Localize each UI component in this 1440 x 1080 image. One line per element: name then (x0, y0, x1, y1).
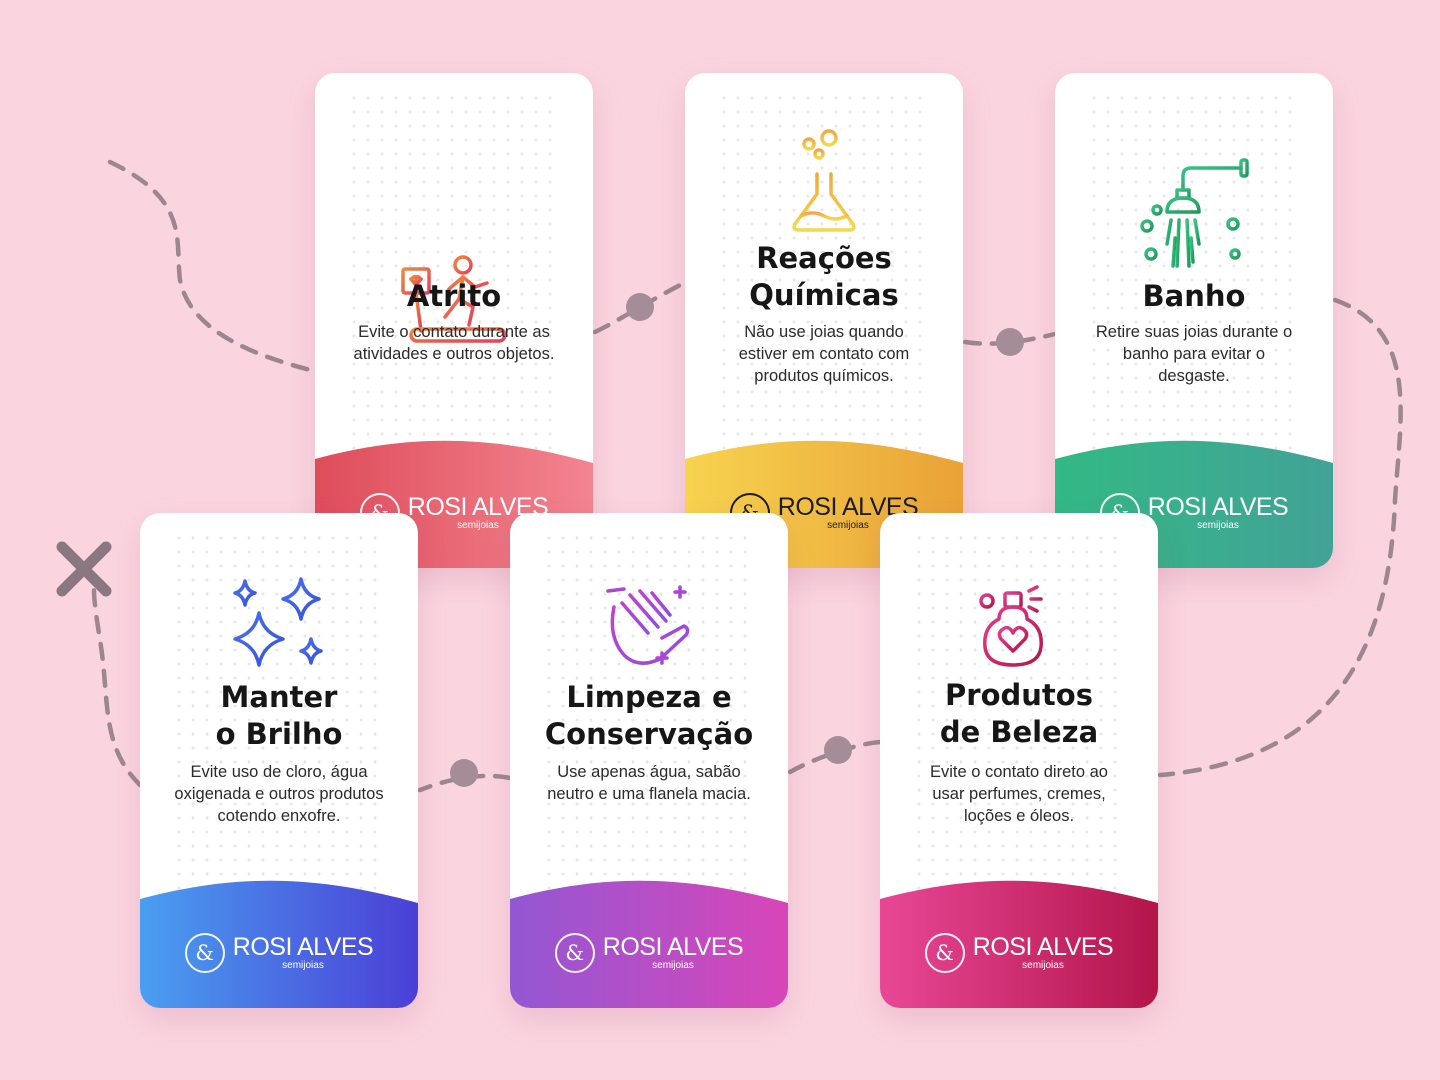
card-manter-o-brilho: Manter o Brilho Evite uso de cloro, água … (140, 513, 418, 1008)
card-produtos-de-beleza: Produtos de Beleza Evite o contato direto… (880, 513, 1158, 1008)
brand-logo: & ROSI ALVES semijoias (140, 933, 418, 973)
card-title: Manter o Brilho (215, 680, 343, 751)
washing-hands-icon (510, 583, 788, 671)
brand-tagline: semijoias (1197, 520, 1239, 531)
card-banho: Banho Retire suas joias durante o banho … (1055, 73, 1333, 568)
sparkles-icon (140, 575, 418, 675)
chemistry-flask-icon (685, 128, 963, 234)
card-title: Reações Químicas (749, 241, 899, 312)
card-description: Retire suas joias durante o banho para e… (1095, 323, 1293, 385)
brand-tagline: semijoias (457, 520, 499, 531)
brand-tagline: semijoias (827, 520, 869, 531)
brand-tagline: semijoias (652, 960, 694, 971)
monogram-icon: & (184, 933, 225, 973)
card-atrito: Atrito Evite o contato durante as ativid… (315, 73, 593, 568)
card-description: Evite uso de cloro, água oxigenada e out… (174, 763, 384, 825)
brand-name: ROSI ALVES (972, 933, 1114, 961)
card-title: Limpeza e Conservação (544, 680, 754, 751)
path-node (824, 736, 852, 764)
brand-name: ROSI ALVES (602, 933, 744, 961)
shower-icon (1055, 158, 1333, 272)
card-limpeza-e-conservacao: Limpeza e Conservação Use apenas água, sa… (510, 513, 788, 1008)
card-reacoes-quimicas: Reações Químicas Não use joias quando est… (685, 73, 963, 568)
card-title: Produtos de Beleza (939, 678, 1099, 749)
path-node (450, 759, 478, 787)
brand-name: ROSI ALVES (1147, 493, 1289, 521)
card-description: Não use joias quando estiver em contato … (738, 323, 910, 385)
perfume-bottle-icon (880, 585, 1158, 669)
card-description: Use apenas água, sabão neutro e uma flan… (547, 763, 751, 803)
brand-logo: & ROSI ALVES semijoias (510, 933, 788, 973)
monogram-icon: & (554, 933, 595, 973)
path-node (626, 293, 654, 321)
monogram-icon: & (924, 933, 965, 973)
brand-tagline: semijoias (282, 960, 324, 971)
brand-name: ROSI ALVES (232, 933, 374, 961)
x-mark-icon (56, 541, 112, 597)
card-description: Evite o contato durante as atividades e … (353, 323, 555, 363)
card-title: Banho (1142, 279, 1246, 313)
card-title: Atrito (406, 279, 502, 313)
brand-tagline: semijoias (1022, 960, 1064, 971)
path-node (996, 328, 1024, 356)
brand-logo: & ROSI ALVES semijoias (880, 933, 1158, 973)
card-description: Evite o contato direto ao usar perfumes,… (930, 763, 1108, 825)
